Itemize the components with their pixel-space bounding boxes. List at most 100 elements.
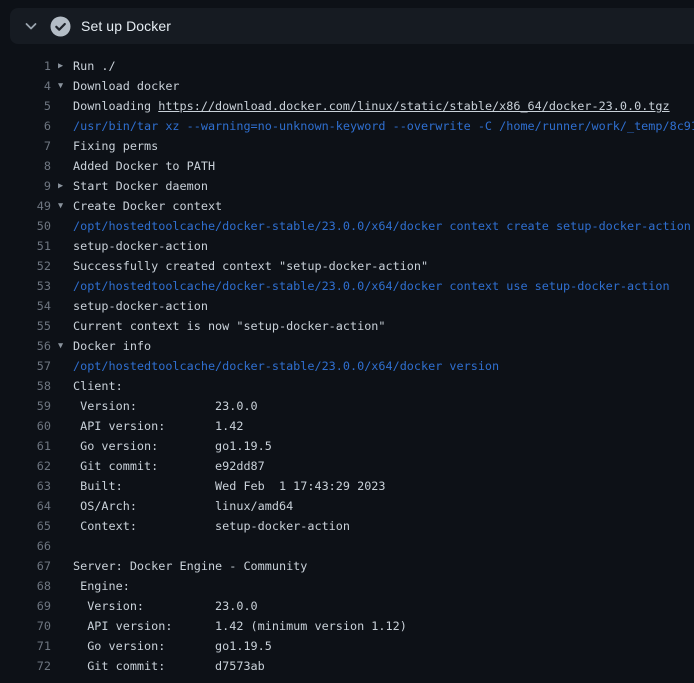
line-text: Added Docker to PATH bbox=[73, 156, 694, 176]
line-number-link[interactable]: 58 bbox=[0, 376, 51, 396]
line-text: Version: 23.0.0 bbox=[73, 596, 694, 616]
log-line: 66 bbox=[0, 536, 694, 556]
log-container: 1 ▶ Run ./ 4 ▼ Download docker 5 Downloa… bbox=[0, 44, 694, 676]
group-label[interactable]: Docker info bbox=[73, 336, 694, 356]
log-line: 58 Client: bbox=[0, 376, 694, 396]
line-number-link[interactable]: 51 bbox=[0, 236, 51, 256]
triangle-right-icon[interactable]: ▶ bbox=[51, 56, 73, 76]
line-number-link[interactable]: 7 bbox=[0, 136, 51, 156]
actions-log-viewer: Set up Docker 1 ▶ Run ./ 4 ▼ Download do… bbox=[0, 8, 694, 676]
marker-spacer bbox=[51, 456, 73, 476]
line-number-link[interactable]: 53 bbox=[0, 276, 51, 296]
line-number-link[interactable]: 52 bbox=[0, 256, 51, 276]
line-text: /opt/hostedtoolcache/docker-stable/23.0.… bbox=[73, 356, 694, 376]
line-text bbox=[73, 536, 694, 556]
marker-spacer bbox=[51, 576, 73, 596]
log-line: 57 /opt/hostedtoolcache/docker-stable/23… bbox=[0, 356, 694, 376]
line-number-link[interactable]: 64 bbox=[0, 496, 51, 516]
line-number-link[interactable]: 5 bbox=[0, 96, 51, 116]
line-number-link[interactable]: 8 bbox=[0, 156, 51, 176]
line-text: Server: Docker Engine - Community bbox=[73, 556, 694, 576]
line-number-link[interactable]: 54 bbox=[0, 296, 51, 316]
line-number-link[interactable]: 56 bbox=[0, 336, 51, 356]
log-line: 55 Current context is now "setup-docker-… bbox=[0, 316, 694, 336]
line-number-link[interactable]: 55 bbox=[0, 316, 51, 336]
line-number-link[interactable]: 9 bbox=[0, 176, 51, 196]
marker-spacer bbox=[51, 636, 73, 656]
marker-spacer bbox=[51, 556, 73, 576]
marker-spacer bbox=[51, 656, 73, 676]
log-line: 5 Downloading https://download.docker.co… bbox=[0, 96, 694, 116]
check-circle-icon bbox=[50, 16, 71, 37]
marker-spacer bbox=[51, 396, 73, 416]
line-number-link[interactable]: 69 bbox=[0, 596, 51, 616]
step-title: Set up Docker bbox=[81, 18, 171, 34]
log-line: 63 Built: Wed Feb 1 17:43:29 2023 bbox=[0, 476, 694, 496]
triangle-down-icon[interactable]: ▼ bbox=[51, 76, 73, 96]
line-text: /usr/bin/tar xz --warning=no-unknown-key… bbox=[73, 116, 694, 136]
line-number-link[interactable]: 60 bbox=[0, 416, 51, 436]
log-line: 65 Context: setup-docker-action bbox=[0, 516, 694, 536]
log-group-line[interactable]: 9 ▶ Start Docker daemon bbox=[0, 176, 694, 196]
group-label[interactable]: Start Docker daemon bbox=[73, 176, 694, 196]
line-number-link[interactable]: 71 bbox=[0, 636, 51, 656]
marker-spacer bbox=[51, 536, 73, 556]
line-number-link[interactable]: 61 bbox=[0, 436, 51, 456]
line-number-link[interactable]: 57 bbox=[0, 356, 51, 376]
line-number-link[interactable]: 62 bbox=[0, 456, 51, 476]
line-text: setup-docker-action bbox=[73, 236, 694, 256]
marker-spacer bbox=[51, 596, 73, 616]
marker-spacer bbox=[51, 616, 73, 636]
line-number-link[interactable]: 67 bbox=[0, 556, 51, 576]
log-group-line[interactable]: 4 ▼ Download docker bbox=[0, 76, 694, 96]
line-number-link[interactable]: 59 bbox=[0, 396, 51, 416]
log-line: 67 Server: Docker Engine - Community bbox=[0, 556, 694, 576]
line-number-link[interactable]: 63 bbox=[0, 476, 51, 496]
log-line: 61 Go version: go1.19.5 bbox=[0, 436, 694, 456]
log-url-link[interactable]: https://download.docker.com/linux/static… bbox=[158, 99, 669, 113]
line-text: Client: bbox=[73, 376, 694, 396]
marker-spacer bbox=[51, 516, 73, 536]
line-number-link[interactable]: 50 bbox=[0, 216, 51, 236]
line-text: setup-docker-action bbox=[73, 296, 694, 316]
line-text: API version: 1.42 (minimum version 1.12) bbox=[73, 616, 694, 636]
marker-spacer bbox=[51, 496, 73, 516]
log-group-line[interactable]: 1 ▶ Run ./ bbox=[0, 56, 694, 76]
marker-spacer bbox=[51, 116, 73, 136]
line-number-link[interactable]: 1 bbox=[0, 56, 51, 76]
line-number-link[interactable]: 66 bbox=[0, 536, 51, 556]
line-text: Built: Wed Feb 1 17:43:29 2023 bbox=[73, 476, 694, 496]
triangle-down-icon[interactable]: ▼ bbox=[51, 336, 73, 356]
group-label[interactable]: Create Docker context bbox=[73, 196, 694, 216]
line-text: Fixing perms bbox=[73, 136, 694, 156]
marker-spacer bbox=[51, 256, 73, 276]
line-text: Go version: go1.19.5 bbox=[73, 636, 694, 656]
line-number-link[interactable]: 65 bbox=[0, 516, 51, 536]
chevron-down-icon[interactable] bbox=[18, 13, 44, 39]
line-number-link[interactable]: 68 bbox=[0, 576, 51, 596]
log-group-line[interactable]: 49 ▼ Create Docker context bbox=[0, 196, 694, 216]
line-number-link[interactable]: 72 bbox=[0, 656, 51, 676]
marker-spacer bbox=[51, 436, 73, 456]
log-line: 8 Added Docker to PATH bbox=[0, 156, 694, 176]
line-text: Downloading https://download.docker.com/… bbox=[73, 96, 694, 116]
step-header[interactable]: Set up Docker bbox=[10, 8, 694, 44]
line-number-link[interactable]: 4 bbox=[0, 76, 51, 96]
triangle-right-icon[interactable]: ▶ bbox=[51, 176, 73, 196]
group-label[interactable]: Run ./ bbox=[73, 56, 694, 76]
triangle-down-icon[interactable]: ▼ bbox=[51, 196, 73, 216]
log-line: 62 Git commit: e92dd87 bbox=[0, 456, 694, 476]
log-line: 52 Successfully created context "setup-d… bbox=[0, 256, 694, 276]
log-group-line[interactable]: 56 ▼ Docker info bbox=[0, 336, 694, 356]
log-line: 53 /opt/hostedtoolcache/docker-stable/23… bbox=[0, 276, 694, 296]
line-number-link[interactable]: 49 bbox=[0, 196, 51, 216]
log-line: 71 Go version: go1.19.5 bbox=[0, 636, 694, 656]
log-line: 70 API version: 1.42 (minimum version 1.… bbox=[0, 616, 694, 636]
line-number-link[interactable]: 6 bbox=[0, 116, 51, 136]
group-label[interactable]: Download docker bbox=[73, 76, 694, 96]
log-line: 60 API version: 1.42 bbox=[0, 416, 694, 436]
line-number-link[interactable]: 70 bbox=[0, 616, 51, 636]
line-text: /opt/hostedtoolcache/docker-stable/23.0.… bbox=[73, 216, 694, 236]
marker-spacer bbox=[51, 96, 73, 116]
marker-spacer bbox=[51, 156, 73, 176]
